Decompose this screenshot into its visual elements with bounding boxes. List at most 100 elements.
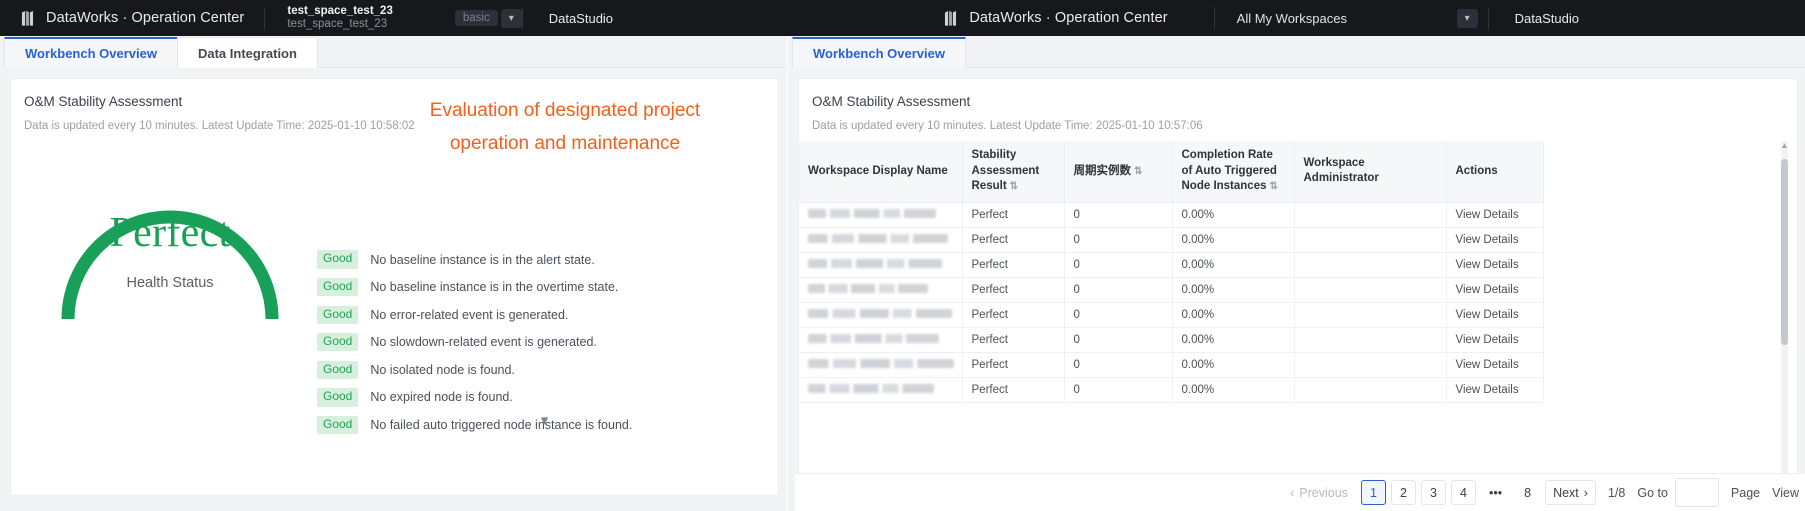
col-workspace-display-name[interactable]: Workspace Display Name — [799, 141, 963, 203]
chevron-right-icon: › — [1583, 485, 1588, 500]
chevron-down-icon[interactable]: ▾ — [1456, 8, 1478, 28]
next-page-button[interactable]: Next › — [1545, 480, 1596, 505]
top-navigation-bar: DataWorks · Operation Center test_space_… — [0, 0, 1805, 36]
status-text: No expired node is found. — [370, 390, 513, 405]
annotation-left: Evaluation of designated project operati… — [400, 94, 730, 161]
cell-result: Perfect — [962, 277, 1065, 303]
chevron-up-icon[interactable]: ▲ — [1780, 141, 1789, 151]
right-datastudio-link[interactable]: DataStudio — [1489, 0, 1605, 36]
workspace-names: test_space_test_23 test_space_test_23 — [265, 0, 403, 36]
cell-view-details[interactable]: View Details — [1446, 227, 1544, 253]
tab-workbench-overview[interactable]: Workbench Overview — [792, 37, 966, 68]
col-actions: Actions — [1446, 141, 1544, 203]
cell-result: Perfect — [962, 202, 1065, 228]
annotation-left-line1: Evaluation of designated project — [429, 100, 701, 121]
cell-view-details[interactable]: View Details — [1446, 277, 1544, 303]
col-label: Stability Assessment Result — [971, 149, 1040, 193]
right-stability-card: O&M Stability Assessment Data is updated… — [798, 78, 1798, 496]
page-word: Page — [1730, 485, 1761, 500]
page-button-8[interactable]: 8 — [1515, 480, 1541, 505]
cell-workspace-name — [799, 252, 963, 278]
table-scrollbar[interactable]: ▲ ▼ — [1780, 141, 1789, 495]
list-item: Good No baseline instance is in the aler… — [317, 247, 772, 272]
col-cycle-instances[interactable]: 周期实例数 ⇅ — [1064, 141, 1173, 203]
status-badge: Good — [317, 250, 359, 269]
cell-completion: 0.00% — [1172, 227, 1295, 253]
cell-admin — [1294, 252, 1447, 278]
col-stability-assessment-result[interactable]: Stability Assessment Result ⇅ — [962, 141, 1065, 203]
cell-view-details[interactable]: View Details — [1446, 202, 1544, 228]
sort-updown-icon[interactable]: ⇅ — [1010, 181, 1018, 192]
status-text: No baseline instance is in the alert sta… — [370, 252, 595, 267]
cell-completion: 0.00% — [1172, 352, 1295, 378]
cell-view-details[interactable]: View Details — [1446, 352, 1544, 378]
left-datastudio-link[interactable]: DataStudio — [523, 0, 639, 36]
chevron-left-icon: ‹ — [1290, 485, 1295, 500]
all-workspaces-selector[interactable]: All My Workspaces ▾ — [1215, 0, 1488, 36]
next-label: Next — [1553, 485, 1579, 500]
right-brand[interactable]: DataWorks · Operation Center — [907, 0, 1213, 36]
left-brand[interactable]: DataWorks · Operation Center — [0, 0, 264, 36]
right-brand-title: DataWorks · Operation Center — [969, 10, 1168, 26]
left-workspace-selector[interactable]: test_space_test_23 test_space_test_23 ba… — [265, 0, 522, 36]
sort-updown-icon[interactable]: ⇅ — [1270, 181, 1278, 192]
table-row: Perfect 0 0.00% View Details — [799, 202, 1544, 228]
cell-result: Perfect — [962, 327, 1065, 353]
health-gauge: Perfect Health Status — [39, 137, 301, 357]
redacted-workspace-name — [808, 283, 928, 293]
col-label: Workspace Display Name — [808, 164, 948, 177]
status-badge: Good — [317, 278, 359, 297]
col-completion-rate[interactable]: Completion Rate of Auto Triggered Node I… — [1172, 141, 1295, 203]
col-label: Completion Rate of Auto Triggered Node I… — [1181, 149, 1277, 193]
redacted-workspace-name — [808, 308, 952, 318]
page-total: 1/8 — [1607, 485, 1626, 500]
cell-view-details[interactable]: View Details — [1446, 377, 1544, 403]
scrollbar-thumb[interactable] — [1781, 159, 1788, 345]
list-item: Good No baseline instance is in the over… — [317, 275, 772, 300]
list-item: Good No error-related event is generated… — [317, 302, 772, 327]
col-label: 周期实例数 — [1073, 164, 1132, 177]
tab-workbench-overview[interactable]: Workbench Overview — [4, 37, 178, 68]
cell-workspace-name — [799, 327, 963, 353]
chevron-down-icon[interactable]: ▾ — [317, 411, 772, 429]
goto-page-input[interactable] — [1674, 478, 1719, 507]
left-panel: Workbench Overview Data Integration O&M … — [0, 36, 787, 511]
cell-instances: 0 — [1064, 327, 1173, 353]
status-badge: Good — [317, 333, 359, 352]
page-button-1[interactable]: 1 — [1360, 480, 1386, 505]
chevron-down-icon[interactable]: ▾ — [500, 8, 522, 28]
cell-result: Perfect — [962, 252, 1065, 278]
tab-filler — [316, 36, 787, 68]
cell-workspace-name — [799, 352, 963, 378]
gauge-status-label: Health Status — [126, 275, 214, 291]
cell-admin — [1294, 227, 1447, 253]
page-button-3[interactable]: 3 — [1420, 480, 1446, 505]
sort-updown-icon[interactable]: ⇅ — [1134, 166, 1142, 177]
cell-result: Perfect — [962, 302, 1065, 328]
cell-completion: 0.00% — [1172, 302, 1295, 328]
page-ellipsis[interactable]: ••• — [1480, 480, 1511, 505]
cell-result: Perfect — [962, 352, 1065, 378]
col-label: Actions — [1455, 164, 1498, 177]
tab-data-integration[interactable]: Data Integration — [176, 37, 318, 68]
cell-admin — [1294, 202, 1447, 228]
redacted-workspace-name — [808, 208, 936, 218]
col-workspace-administrator[interactable]: Workspace Administrator — [1294, 141, 1447, 203]
cell-view-details[interactable]: View Details — [1446, 252, 1544, 278]
cell-view-details[interactable]: View Details — [1446, 327, 1544, 353]
tab-filler — [964, 36, 1805, 68]
redacted-workspace-name — [808, 358, 954, 368]
cell-workspace-name — [799, 302, 963, 328]
page-button-4[interactable]: 4 — [1450, 480, 1476, 505]
left-brand-title: DataWorks · Operation Center — [46, 10, 245, 26]
page-button-2[interactable]: 2 — [1390, 480, 1416, 505]
cell-instances: 0 — [1064, 202, 1173, 228]
workspace-mode-badge: basic — [454, 10, 498, 26]
right-panel: Workbench Overview O&M Stability Assessm… — [787, 36, 1805, 511]
table-body: Perfect 0 0.00% View Details Perfect 0 0… — [799, 202, 1544, 403]
list-item: Good No slowdown-related event is genera… — [317, 330, 772, 355]
status-badge: Good — [317, 388, 359, 407]
cell-view-details[interactable]: View Details — [1446, 302, 1544, 328]
previous-page-button[interactable]: ‹ Previous — [1282, 480, 1356, 505]
table-row: Perfect 0 0.00% View Details — [799, 227, 1544, 253]
